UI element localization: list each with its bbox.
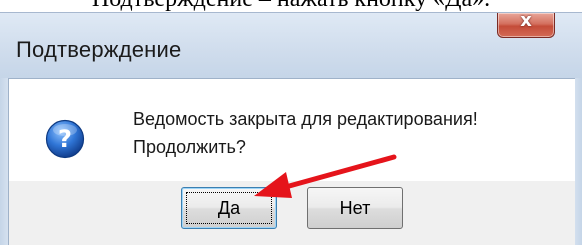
dialog-title: Подтверждение — [16, 37, 182, 62]
close-button[interactable]: x — [497, 10, 555, 38]
close-icon: x — [520, 10, 532, 31]
focus-ring — [186, 192, 272, 224]
no-button[interactable]: Нет — [307, 187, 403, 229]
message-line-2: Продолжить? — [133, 137, 246, 157]
yes-button[interactable]: Да — [181, 187, 277, 229]
question-icon: ? — [45, 119, 85, 159]
window-frame-right — [574, 78, 582, 245]
confirmation-dialog: Подтверждение x ? Ведомость закрыта для … — [0, 10, 582, 245]
no-button-label: Нет — [339, 198, 371, 218]
window-frame-left — [0, 78, 8, 245]
title-bar[interactable]: Подтверждение x — [0, 10, 582, 79]
dialog-body: ? Ведомость закрыта для редактирования! … — [8, 78, 575, 245]
message-line-1: Ведомость закрыта для редактирования! — [133, 109, 478, 129]
message-area: ? Ведомость закрыта для редактирования! … — [9, 79, 575, 181]
svg-text:?: ? — [58, 125, 72, 153]
